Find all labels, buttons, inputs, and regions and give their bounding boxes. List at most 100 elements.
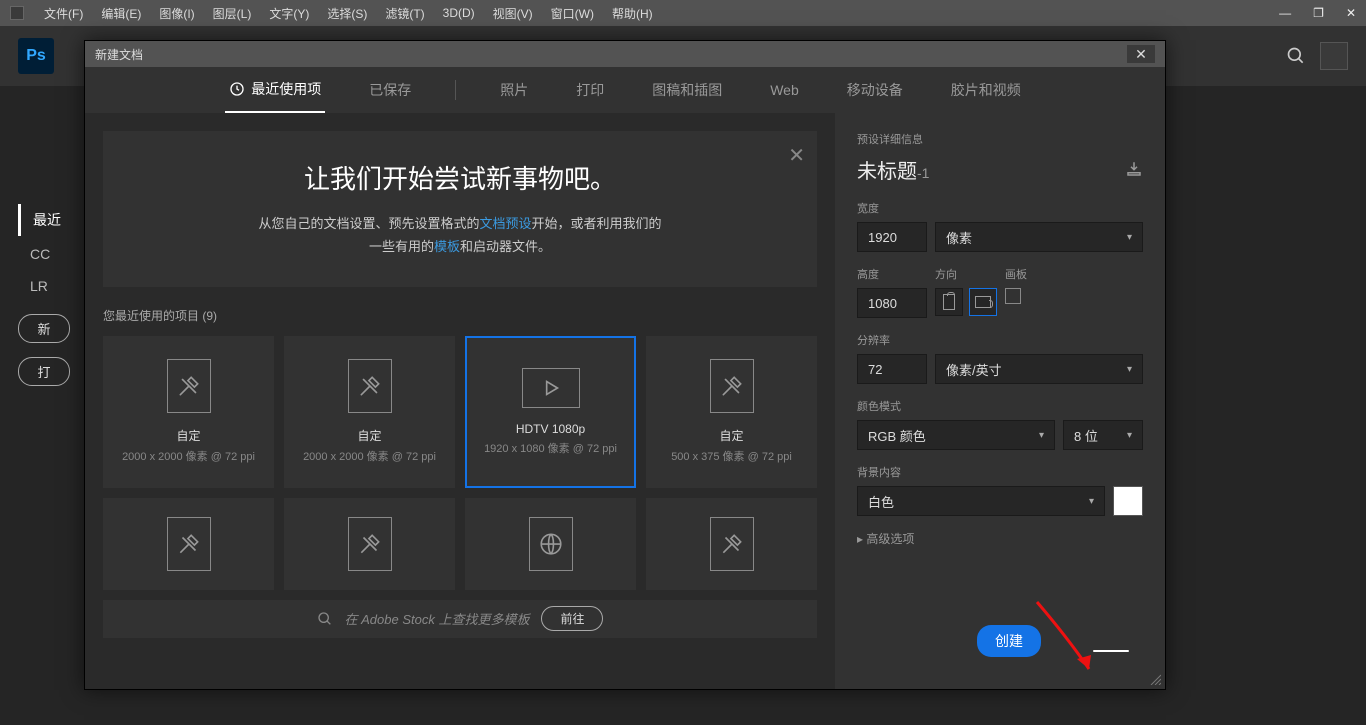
artboard-checkbox[interactable] <box>1005 288 1021 304</box>
sidebar-item-recent[interactable]: 最近 <box>18 204 88 236</box>
tab-recent[interactable]: 最近使用项 <box>225 67 325 114</box>
orientation-label: 方向 <box>935 266 997 282</box>
card-subtitle: 1920 x 1080 像素 @ 72 ppi <box>484 440 617 456</box>
doc-icon <box>167 517 211 571</box>
document-name[interactable]: 未标题 <box>857 155 917 184</box>
dialog-tabs: 最近使用项 已保存 照片 打印 图稿和插图 Web 移动设备 胶片和视频 <box>85 67 1165 113</box>
tab-photo[interactable]: 照片 <box>496 68 532 112</box>
orientation-landscape[interactable] <box>969 288 997 316</box>
height-input[interactable]: 1080 <box>857 288 927 318</box>
card-subtitle: 2000 x 2000 像素 @ 72 ppi <box>303 448 436 464</box>
template-link[interactable]: 模板 <box>434 239 460 254</box>
recent-items-label: 您最近使用的项目 (9) <box>103 307 817 324</box>
width-unit-select[interactable]: 像素▾ <box>935 222 1143 252</box>
save-preset-icon[interactable] <box>1125 160 1143 181</box>
card-title: 自定 <box>357 427 381 444</box>
document-number: -1 <box>917 165 929 181</box>
play-icon <box>522 368 580 408</box>
new-document-dialog: 新建文档 ✕ 最近使用项 已保存 照片 打印 图稿和插图 Web 移动设备 胶片… <box>84 40 1166 690</box>
preset-card[interactable] <box>284 498 455 590</box>
dialog-titlebar: 新建文档 ✕ <box>85 41 1165 67</box>
home-sidebar: 最近 CC LR 新 打 <box>18 204 88 386</box>
card-subtitle: 2000 x 2000 像素 @ 72 ppi <box>122 448 255 464</box>
welcome-heading: 让我们开始尝试新事物吧。 <box>129 159 791 196</box>
new-button[interactable]: 新 <box>18 314 70 343</box>
chevron-down-icon: ▾ <box>1127 364 1132 375</box>
welcome-close-icon[interactable]: ✕ <box>788 143 805 168</box>
preset-card[interactable]: 自定 500 x 375 像素 @ 72 ppi <box>646 336 817 488</box>
welcome-text: 从您自己的文档设置、预先设置格式的文档预设开始，或者利用我们的 一些有用的模板和… <box>129 212 791 259</box>
menu-help[interactable]: 帮助(H) <box>612 5 653 22</box>
welcome-panel: ✕ 让我们开始尝试新事物吧。 从您自己的文档设置、预先设置格式的文档预设开始，或… <box>103 131 817 287</box>
menu-window[interactable]: 窗口(W) <box>551 5 594 22</box>
dialog-close-button[interactable]: ✕ <box>1127 45 1155 63</box>
chevron-down-icon: ▾ <box>1089 496 1094 507</box>
sidebar-item-lr[interactable]: LR <box>18 272 88 300</box>
orientation-portrait[interactable] <box>935 288 963 316</box>
menu-type[interactable]: 文字(Y) <box>269 5 309 22</box>
dialog-title: 新建文档 <box>95 46 143 63</box>
advanced-options-toggle[interactable]: ▸ 高级选项 <box>857 530 1143 547</box>
tab-mobile[interactable]: 移动设备 <box>843 68 907 112</box>
recent-cards: 自定 2000 x 2000 像素 @ 72 ppi 自定 2000 x 200… <box>103 336 817 488</box>
tab-film[interactable]: 胶片和视频 <box>947 68 1025 112</box>
preset-card[interactable] <box>646 498 817 590</box>
bit-depth-select[interactable]: 8 位▾ <box>1063 420 1143 450</box>
preset-card[interactable] <box>103 498 274 590</box>
tab-art[interactable]: 图稿和插图 <box>648 68 726 112</box>
resize-grip[interactable] <box>1149 673 1161 685</box>
menu-3d[interactable]: 3D(D) <box>443 6 475 20</box>
width-label: 宽度 <box>857 200 1143 216</box>
doc-icon <box>348 517 392 571</box>
doc-preset-link[interactable]: 文档预设 <box>479 216 531 231</box>
tab-separator <box>455 80 456 100</box>
stock-placeholder[interactable]: 在 Adobe Stock 上查找更多模板 <box>345 609 530 628</box>
preset-card[interactable]: 自定 2000 x 2000 像素 @ 72 ppi <box>103 336 274 488</box>
card-title: 自定 <box>176 427 200 444</box>
minimize-icon[interactable]: — <box>1279 6 1291 20</box>
tab-print[interactable]: 打印 <box>572 68 608 112</box>
chevron-down-icon: ▾ <box>1039 430 1044 441</box>
resolution-label: 分辨率 <box>857 332 1143 348</box>
width-input[interactable]: 1920 <box>857 222 927 252</box>
tab-saved[interactable]: 已保存 <box>365 68 415 112</box>
clock-icon <box>229 81 245 97</box>
color-mode-label: 颜色模式 <box>857 398 1143 414</box>
preset-card[interactable] <box>465 498 636 590</box>
background-select[interactable]: 白色▾ <box>857 486 1105 516</box>
tab-web[interactable]: Web <box>766 70 803 110</box>
background-color-swatch[interactable] <box>1113 486 1143 516</box>
user-swatch[interactable] <box>1320 42 1348 70</box>
main-menubar: 文件(F) 编辑(E) 图像(I) 图层(L) 文字(Y) 选择(S) 滤镜(T… <box>0 0 1366 26</box>
color-mode-select[interactable]: RGB 颜色▾ <box>857 420 1055 450</box>
chevron-down-icon: ▾ <box>1127 430 1132 441</box>
search-icon[interactable] <box>1286 46 1306 66</box>
menu-select[interactable]: 选择(S) <box>327 5 367 22</box>
open-button[interactable]: 打 <box>18 357 70 386</box>
artboard-label: 画板 <box>1005 266 1027 282</box>
globe-icon <box>529 517 573 571</box>
create-button[interactable]: 创建 <box>977 625 1041 657</box>
menu-file[interactable]: 文件(F) <box>44 5 83 22</box>
tab-recent-label: 最近使用项 <box>251 79 321 99</box>
chevron-down-icon: ▾ <box>1127 232 1132 243</box>
app-logo <box>10 6 24 20</box>
doc-icon <box>710 517 754 571</box>
resolution-unit-select[interactable]: 像素/英寸▾ <box>935 354 1143 384</box>
doc-icon <box>167 359 211 413</box>
menu-edit[interactable]: 编辑(E) <box>101 5 141 22</box>
menu-layer[interactable]: 图层(L) <box>213 5 252 22</box>
sidebar-item-cc[interactable]: CC <box>18 240 88 268</box>
preset-card[interactable]: 自定 2000 x 2000 像素 @ 72 ppi <box>284 336 455 488</box>
resolution-input[interactable]: 72 <box>857 354 927 384</box>
close-icon[interactable]: ✕ <box>1346 6 1356 20</box>
close-button[interactable] <box>1093 645 1129 657</box>
menu-filter[interactable]: 滤镜(T) <box>385 5 424 22</box>
preset-card-hdtv[interactable]: HDTV 1080p 1920 x 1080 像素 @ 72 ppi <box>465 336 636 488</box>
stock-go-button[interactable]: 前往 <box>541 606 603 631</box>
preset-browser: ✕ 让我们开始尝试新事物吧。 从您自己的文档设置、预先设置格式的文档预设开始，或… <box>85 113 835 689</box>
menu-view[interactable]: 视图(V) <box>493 5 533 22</box>
background-label: 背景内容 <box>857 464 1143 480</box>
menu-image[interactable]: 图像(I) <box>159 5 194 22</box>
maximize-icon[interactable]: ❐ <box>1313 6 1324 20</box>
